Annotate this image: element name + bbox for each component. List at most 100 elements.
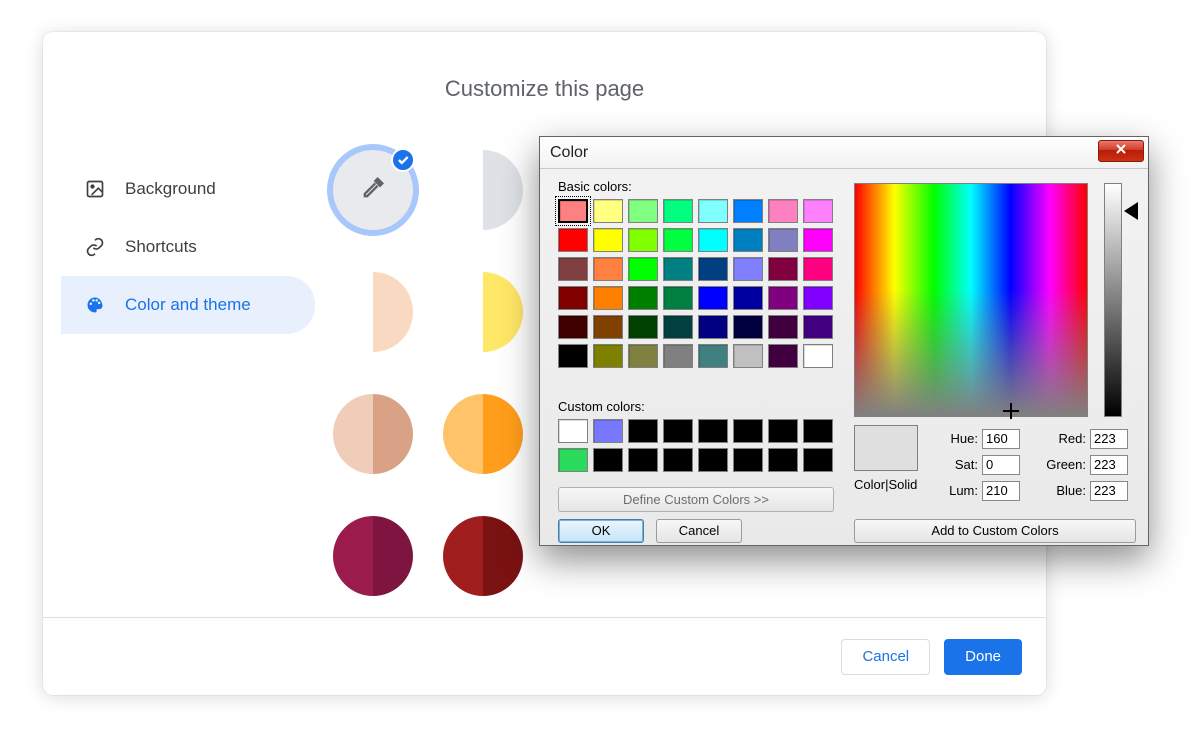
custom-color-cell[interactable] [733, 419, 763, 443]
basic-color-cell[interactable] [628, 257, 658, 281]
theme-swatch[interactable] [333, 150, 413, 230]
ok-button[interactable]: OK [558, 519, 644, 543]
theme-swatch[interactable] [333, 272, 413, 352]
basic-color-cell[interactable] [733, 315, 763, 339]
basic-color-cell[interactable] [628, 199, 658, 223]
basic-color-cell[interactable] [803, 344, 833, 368]
basic-color-cell[interactable] [803, 257, 833, 281]
lum-input[interactable]: 210 [982, 481, 1020, 501]
sidebar-item-label: Background [125, 179, 216, 199]
custom-color-cell[interactable] [803, 419, 833, 443]
basic-color-cell[interactable] [733, 257, 763, 281]
theme-swatch[interactable] [333, 394, 413, 474]
custom-color-cell[interactable] [558, 448, 588, 472]
basic-color-cell[interactable] [733, 344, 763, 368]
basic-color-cell[interactable] [768, 315, 798, 339]
basic-color-cell[interactable] [593, 344, 623, 368]
sidebar-item-background[interactable]: Background [61, 160, 315, 218]
basic-color-cell[interactable] [558, 228, 588, 252]
theme-swatch[interactable] [443, 516, 523, 596]
cancel-button[interactable]: Cancel [841, 639, 930, 675]
basic-color-cell[interactable] [558, 315, 588, 339]
red-input[interactable]: 223 [1090, 429, 1128, 449]
hue-sat-field[interactable] [854, 183, 1088, 417]
define-custom-colors-button[interactable]: Define Custom Colors >> [558, 487, 834, 512]
basic-color-cell[interactable] [803, 199, 833, 223]
basic-color-cell[interactable] [698, 257, 728, 281]
basic-color-cell[interactable] [628, 228, 658, 252]
theme-swatch[interactable] [443, 394, 523, 474]
basic-color-cell[interactable] [593, 257, 623, 281]
basic-color-cell[interactable] [803, 228, 833, 252]
cancel-button[interactable]: Cancel [656, 519, 742, 543]
hue-input[interactable]: 160 [982, 429, 1020, 449]
basic-color-cell[interactable] [663, 199, 693, 223]
sidebar-item-color-and-theme[interactable]: Color and theme [61, 276, 315, 334]
dialog-titlebar[interactable]: Color [540, 137, 1148, 169]
luminance-strip[interactable] [1104, 183, 1122, 417]
basic-color-cell[interactable] [663, 315, 693, 339]
theme-swatch[interactable] [443, 150, 523, 230]
basic-color-cell[interactable] [803, 315, 833, 339]
sat-input[interactable]: 0 [982, 455, 1020, 475]
basic-color-cell[interactable] [698, 344, 728, 368]
basic-color-cell[interactable] [698, 286, 728, 310]
basic-color-cell[interactable] [558, 199, 588, 223]
custom-color-cell[interactable] [593, 448, 623, 472]
close-button[interactable] [1098, 140, 1144, 162]
basic-color-cell[interactable] [698, 315, 728, 339]
basic-color-cell[interactable] [803, 286, 833, 310]
lum-label: Lum: [938, 483, 978, 498]
basic-color-cell[interactable] [663, 286, 693, 310]
basic-color-cell[interactable] [558, 286, 588, 310]
theme-swatch[interactable] [333, 516, 413, 596]
custom-color-cell[interactable] [733, 448, 763, 472]
custom-color-cell[interactable] [803, 448, 833, 472]
custom-color-cell[interactable] [628, 448, 658, 472]
basic-color-cell[interactable] [768, 257, 798, 281]
page-title: Customize this page [43, 76, 1046, 102]
basic-color-cell[interactable] [593, 315, 623, 339]
blue-label: Blue: [1040, 483, 1086, 498]
dialog-title: Color [550, 144, 588, 162]
basic-color-cell[interactable] [663, 257, 693, 281]
basic-color-cell[interactable] [628, 344, 658, 368]
custom-color-cell[interactable] [628, 419, 658, 443]
basic-color-cell[interactable] [768, 344, 798, 368]
red-label: Red: [1040, 431, 1086, 446]
sidebar-item-shortcuts[interactable]: Shortcuts [61, 218, 315, 276]
basic-color-cell[interactable] [768, 199, 798, 223]
custom-color-cell[interactable] [663, 448, 693, 472]
basic-color-cell[interactable] [628, 286, 658, 310]
basic-color-cell[interactable] [558, 344, 588, 368]
basic-color-cell[interactable] [663, 344, 693, 368]
custom-color-cell[interactable] [663, 419, 693, 443]
basic-color-cell[interactable] [558, 257, 588, 281]
basic-color-cell[interactable] [663, 228, 693, 252]
basic-color-cell[interactable] [768, 228, 798, 252]
basic-color-cell[interactable] [593, 199, 623, 223]
basic-color-cell[interactable] [733, 228, 763, 252]
basic-colors-grid [558, 199, 833, 368]
basic-color-cell[interactable] [628, 315, 658, 339]
basic-color-cell[interactable] [733, 199, 763, 223]
basic-color-cell[interactable] [593, 228, 623, 252]
done-button[interactable]: Done [944, 639, 1022, 675]
add-to-custom-colors-button[interactable]: Add to Custom Colors [854, 519, 1136, 543]
custom-color-cell[interactable] [558, 419, 588, 443]
custom-color-cell[interactable] [698, 419, 728, 443]
basic-color-cell[interactable] [698, 228, 728, 252]
green-input[interactable]: 223 [1090, 455, 1128, 475]
custom-colors-grid [558, 419, 833, 472]
custom-color-cell[interactable] [593, 419, 623, 443]
luminance-arrow-icon[interactable] [1124, 202, 1138, 220]
basic-color-cell[interactable] [733, 286, 763, 310]
custom-color-cell[interactable] [768, 419, 798, 443]
custom-color-cell[interactable] [698, 448, 728, 472]
custom-color-cell[interactable] [768, 448, 798, 472]
theme-swatch[interactable] [443, 272, 523, 352]
basic-color-cell[interactable] [768, 286, 798, 310]
basic-color-cell[interactable] [698, 199, 728, 223]
basic-color-cell[interactable] [593, 286, 623, 310]
blue-input[interactable]: 223 [1090, 481, 1128, 501]
